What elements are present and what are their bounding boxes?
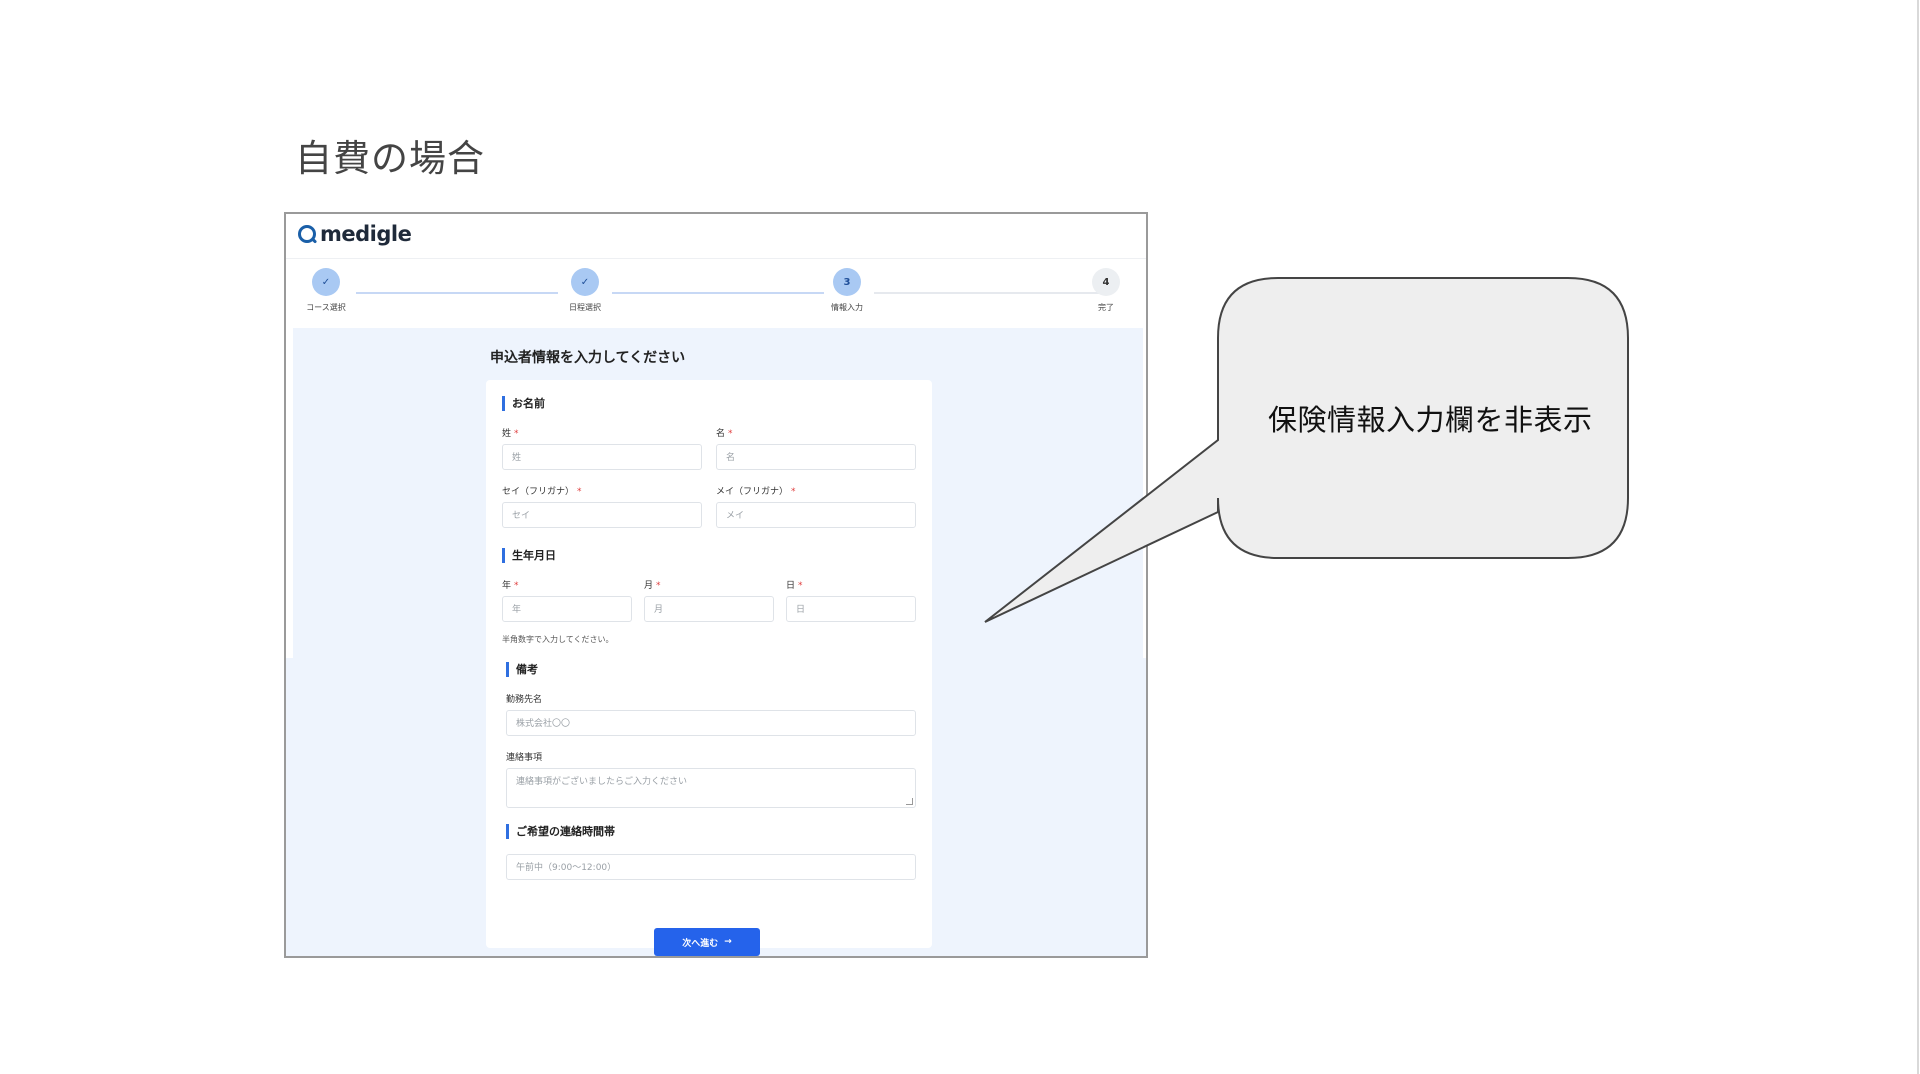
step-number: 3 (833, 268, 861, 296)
section-title-name: お名前 (502, 396, 545, 411)
callout-shape (984, 277, 1629, 623)
slide-edge-divider (1917, 0, 1919, 1074)
birth-month-input[interactable]: 月 (644, 596, 774, 622)
step-connector (612, 292, 824, 294)
form-card: お名前 姓 * 姓 名 * 名 セイ（フリガナ） * セイ メイ（フリガナ） * メイ … (486, 380, 932, 956)
step-course: ✓ コース選択 (286, 268, 366, 313)
last-kana-label: セイ（フリガナ） * (502, 487, 582, 497)
step-label: 日程選択 (569, 303, 601, 312)
step-label: 情報入力 (831, 303, 863, 312)
next-button[interactable]: 次へ進む → (654, 928, 760, 956)
logo[interactable]: medigle (298, 222, 412, 246)
workplace-label: 勤務先名 (506, 695, 543, 705)
slide-title: 自費の場合 (295, 137, 485, 180)
birth-year-label: 年 * (502, 581, 519, 591)
required-mark: * (514, 429, 519, 439)
step-info-input: 3 情報入力 (807, 268, 887, 313)
birth-day-label: 日 * (786, 581, 803, 591)
last-kana-input[interactable]: セイ (502, 502, 702, 528)
first-kana-label: メイ（フリガナ） * (716, 487, 796, 497)
required-mark: * (791, 487, 796, 497)
section-title-notes: 備考 (506, 662, 538, 677)
step-schedule: ✓ 日程選択 (545, 268, 625, 313)
birth-month-label: 月 * (644, 581, 661, 591)
birth-year-input[interactable]: 年 (502, 596, 632, 622)
speech-bubble-callout (984, 277, 1629, 623)
last-name-label: 姓 * (502, 429, 519, 439)
check-icon: ✓ (312, 268, 340, 296)
arrow-right-icon: → (724, 937, 732, 947)
app-header: medigle (286, 214, 1146, 259)
section-title-contact-time: ご希望の連絡時間帯 (506, 824, 615, 839)
check-icon: ✓ (571, 268, 599, 296)
resize-grip-icon[interactable] (906, 798, 913, 805)
contact-time-select[interactable]: 午前中（9:00〜12:00） (506, 854, 916, 880)
required-mark: * (656, 581, 661, 591)
step-connector (356, 292, 558, 294)
step-label: コース選択 (306, 303, 346, 312)
callout-text: 保険情報入力欄を非表示 (1268, 403, 1593, 437)
contact-notes-placeholder: 連絡事項がございましたらご入力ください (516, 777, 688, 787)
first-name-input[interactable]: 名 (716, 444, 916, 470)
first-kana-input[interactable]: メイ (716, 502, 916, 528)
required-mark: * (514, 581, 519, 591)
required-mark: * (577, 487, 582, 497)
workplace-input[interactable]: 株式会社〇〇 (506, 710, 916, 736)
form-heading: 申込者情報を入力してください (490, 350, 686, 366)
required-mark: * (798, 581, 803, 591)
logo-text: medigle (320, 222, 412, 246)
contact-notes-textarea[interactable]: 連絡事項がございましたらご入力ください (506, 768, 916, 808)
contact-notes-label: 連絡事項 (506, 753, 543, 763)
last-name-input[interactable]: 姓 (502, 444, 702, 470)
next-button-label: 次へ進む (682, 938, 719, 949)
required-mark: * (728, 429, 733, 439)
birth-day-input[interactable]: 日 (786, 596, 916, 622)
magnifier-logo-icon (298, 225, 316, 243)
first-name-label: 名 * (716, 429, 733, 439)
birthdate-hint: 半角数字で入力してください。 (502, 635, 614, 644)
section-title-birthdate: 生年月日 (502, 548, 556, 563)
